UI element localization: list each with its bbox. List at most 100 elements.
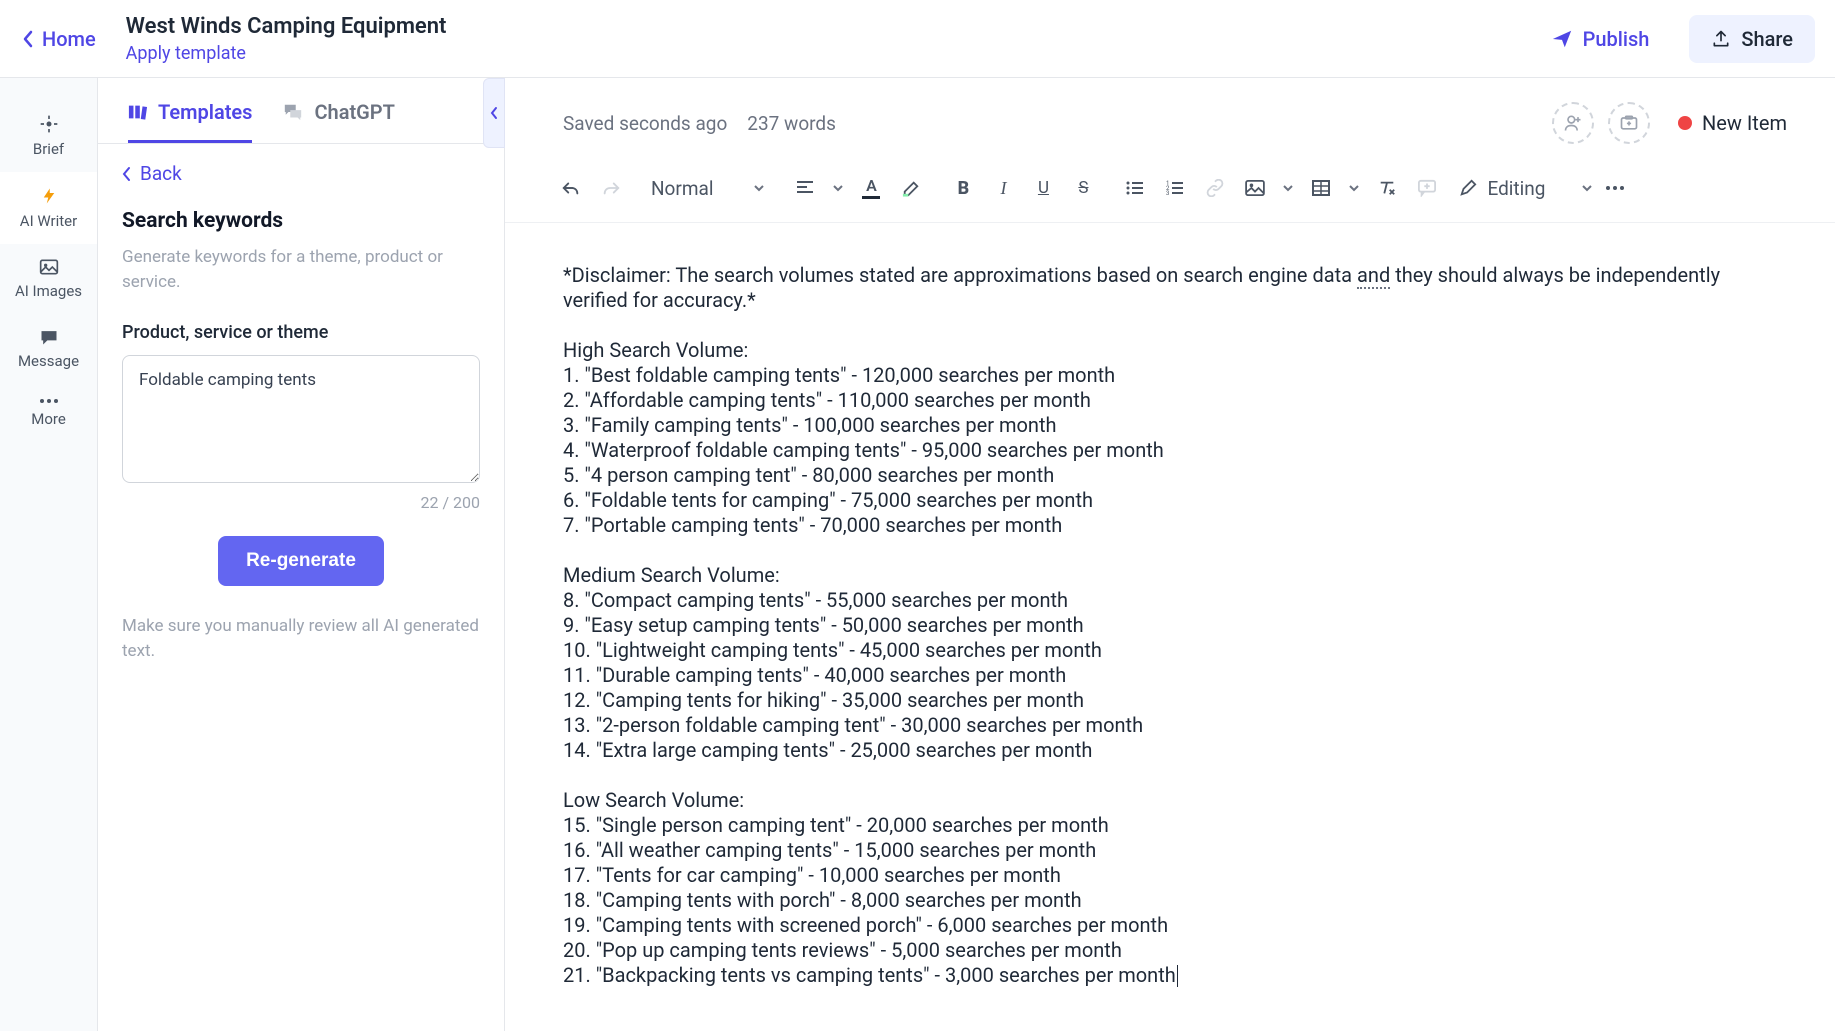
apply-template-link[interactable]: Apply template [126,43,447,64]
keyword-line: 10. "Lightweight camping tents" - 45,000… [563,638,1777,663]
keyword-line: 20. "Pop up camping tents reviews" - 5,0… [563,938,1777,963]
keyword-line: 1. "Best foldable camping tents" - 120,0… [563,363,1777,388]
keyword-line: 17. "Tents for car camping" - 10,000 sea… [563,863,1777,888]
keyword-line: 13. "2-person foldable camping tent" - 3… [563,713,1777,738]
rail-more[interactable]: More [0,384,97,442]
keyword-line: 14. "Extra large camping tents" - 25,000… [563,738,1777,763]
doc-section: High Search Volume:1. "Best foldable cam… [563,338,1777,538]
theme-input[interactable] [122,355,480,483]
image-icon [39,258,59,276]
highlight-button[interactable] [893,170,929,206]
undo-button[interactable] [553,170,589,206]
keyword-line: 12. "Camping tents for hiking" - 35,000 … [563,688,1777,713]
collapse-panel-handle[interactable] [483,78,505,148]
doc-disclaimer: *Disclaimer: The search volumes stated a… [563,263,1777,313]
chat-icon [39,328,59,346]
char-count: 22 / 200 [122,493,480,512]
tab-chatgpt[interactable]: ChatGPT [282,78,394,143]
nav-rail: Brief AI Writer AI Images Message More [0,78,98,1031]
strikethrough-button[interactable]: S [1065,170,1101,206]
tab-chatgpt-label: ChatGPT [314,100,394,124]
tab-templates[interactable]: Templates [128,78,252,143]
more-icon [39,398,59,404]
text-cursor [1177,965,1178,987]
keyword-line: 5. "4 person camping tent" - 80,000 sear… [563,463,1777,488]
page-title: West Winds Camping Equipment [126,14,447,39]
upload-icon [1711,29,1731,49]
new-item-label: New Item [1702,111,1787,135]
back-label: Back [140,162,182,185]
more-toolbar-button[interactable] [1597,170,1633,206]
rail-brief[interactable]: Brief [0,100,97,172]
editor-toolbar: Normal A B I U S [505,154,1835,223]
image-dropdown[interactable] [1277,170,1299,206]
publish-button[interactable]: Publish [1551,27,1650,51]
target-icon [39,114,59,134]
tab-templates-label: Templates [158,100,252,124]
text-color-button[interactable]: A [853,170,889,206]
keyword-line: 18. "Camping tents with porch" - 8,000 s… [563,888,1777,913]
send-icon [1551,28,1573,50]
document-body[interactable]: *Disclaimer: The search volumes stated a… [505,223,1835,1031]
new-item-indicator[interactable]: New Item [1678,111,1787,135]
keyword-line: 19. "Camping tents with screened porch" … [563,913,1777,938]
keyword-line: 15. "Single person camping tent" - 20,00… [563,813,1777,838]
review-note: Make sure you manually review all AI gen… [122,614,480,663]
add-media-button[interactable] [1608,102,1650,144]
keyword-line: 9. "Easy setup camping tents" - 50,000 s… [563,613,1777,638]
italic-button[interactable]: I [985,170,1021,206]
add-collaborator-button[interactable] [1552,102,1594,144]
field-label: Product, service or theme [122,322,480,343]
pencil-icon [1459,179,1477,197]
doc-section: Medium Search Volume:8. "Compact camping… [563,563,1777,763]
svg-text:3: 3 [1166,190,1169,196]
clear-format-button[interactable] [1369,170,1405,206]
align-dropdown[interactable] [827,170,849,206]
doc-section: Low Search Volume:15. "Single person cam… [563,788,1777,988]
rail-ai-writer[interactable]: AI Writer [0,172,97,244]
home-link[interactable]: Home [22,27,96,51]
regenerate-button[interactable]: Re-generate [218,536,384,586]
back-link[interactable]: Back [122,162,480,185]
chat-bubbles-icon [282,102,304,122]
rail-aiimages-label: AI Images [15,282,82,300]
home-label: Home [42,27,96,51]
rail-brief-label: Brief [33,140,64,158]
numbered-list-button[interactable]: 123 [1157,170,1193,206]
keyword-line: 3. "Family camping tents" - 100,000 sear… [563,413,1777,438]
comment-button[interactable] [1409,170,1445,206]
keyword-line: 2. "Affordable camping tents" - 110,000 … [563,388,1777,413]
keyword-line: 11. "Durable camping tents" - 40,000 sea… [563,663,1777,688]
chevron-down-icon [753,184,765,192]
table-dropdown[interactable] [1343,170,1365,206]
keyword-line: 7. "Portable camping tents" - 70,000 sea… [563,513,1777,538]
panel-heading: Search keywords [122,209,480,233]
side-panel: Templates ChatGPT Back Search keywords G… [98,78,505,1031]
editor-area: Saved seconds ago 237 words New Item [505,78,1835,1031]
bold-button[interactable]: B [945,170,981,206]
rail-message-label: Message [18,352,79,370]
image-insert-button[interactable] [1237,170,1273,206]
share-button[interactable]: Share [1689,15,1815,63]
rail-message[interactable]: Message [0,314,97,384]
style-select[interactable]: Normal [639,171,777,206]
templates-icon [128,103,148,121]
share-label: Share [1741,27,1793,51]
status-dot-icon [1678,116,1692,130]
editing-mode-select[interactable]: Editing [1459,177,1593,200]
editing-label: Editing [1487,177,1545,200]
keyword-line: 21. "Backpacking tents vs camping tents"… [563,963,1777,988]
keyword-line: 8. "Compact camping tents" - 55,000 sear… [563,588,1777,613]
rail-ai-images[interactable]: AI Images [0,244,97,314]
redo-button[interactable] [593,170,629,206]
chevron-left-icon [22,30,34,48]
publish-label: Publish [1583,27,1650,51]
bolt-icon [40,186,58,206]
keyword-line: 6. "Foldable tents for camping" - 75,000… [563,488,1777,513]
style-select-label: Normal [651,177,713,200]
bullet-list-button[interactable] [1117,170,1153,206]
table-button[interactable] [1303,170,1339,206]
link-button[interactable] [1197,170,1233,206]
align-button[interactable] [787,170,823,206]
underline-button[interactable]: U [1025,170,1061,206]
